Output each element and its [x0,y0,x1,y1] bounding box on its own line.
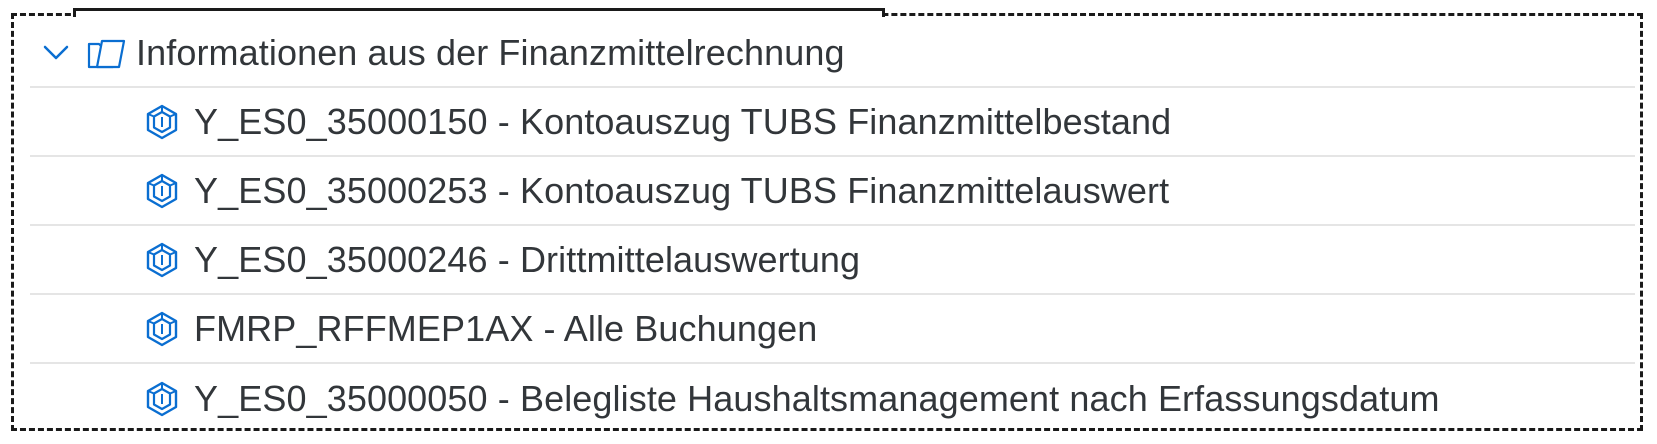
report-cube-icon [144,311,180,347]
report-cube-icon [144,242,180,278]
frame-tab-edge [73,8,885,17]
tree-item-label: Y_ES0_35000253 - Kontoauszug TUBS Finanz… [194,169,1170,211]
tree-item-label: Y_ES0_35000150 - Kontoauszug TUBS Finanz… [194,100,1172,142]
tree-item-report[interactable]: Y_ES0_35000253 - Kontoauszug TUBS Finanz… [30,157,1635,226]
tree-folder-label: Informationen aus der Finanzmittelrechnu… [136,31,845,73]
chevron-down-icon[interactable] [42,39,70,67]
tree-item-label: Y_ES0_35000246 - Drittmittelauswertung [194,238,861,280]
tree-item-report[interactable]: FMRP_RFFMEP1AX - Alle Buchungen [30,295,1635,364]
report-cube-icon [144,381,180,417]
tree-item-report[interactable]: Y_ES0_35000246 - Drittmittelauswertung [30,226,1635,295]
tree-folder-node[interactable]: Informationen aus der Finanzmittelrechnu… [30,19,1635,88]
tree-item-label: FMRP_RFFMEP1AX - Alle Buchungen [194,307,818,349]
tree-item-report[interactable]: Y_ES0_35000050 - Belegliste Haushaltsman… [30,364,1635,433]
report-cube-icon [144,104,180,140]
tree-item-label: Y_ES0_35000050 - Belegliste Haushaltsman… [194,377,1440,419]
tree-item-report[interactable]: Y_ES0_35000150 - Kontoauszug TUBS Finanz… [30,88,1635,157]
report-cube-icon [144,173,180,209]
open-folder-icon [86,36,126,70]
tree-view: Informationen aus der Finanzmittelrechnu… [30,19,1635,433]
